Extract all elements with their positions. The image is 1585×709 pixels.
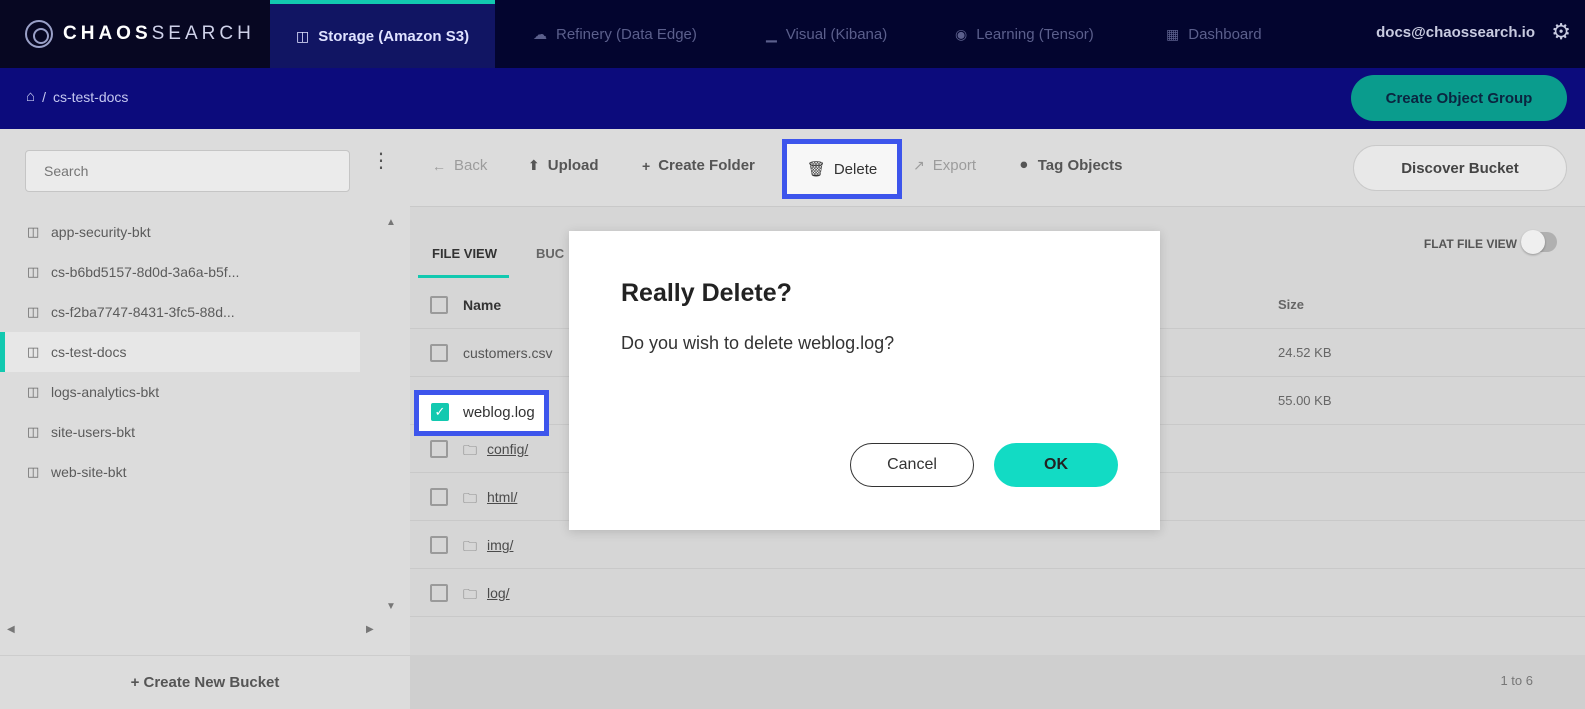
discover-bucket-button[interactable]: Discover Bucket [1353,145,1567,191]
upload-icon: ⬆ [528,157,540,173]
table-footer: 1 to 6 [410,655,1585,709]
user-email[interactable]: docs@chaossearch.io [1376,24,1535,41]
sidebar-item-bucket[interactable]: ◫ site-users-bkt [0,412,360,452]
flat-file-view-label: FLAT FILE VIEW [1423,237,1517,251]
file-name: customers.csv [463,345,553,361]
tab-storage[interactable]: ◫ Storage (Amazon S3) [270,0,496,68]
row-checkbox[interactable] [430,344,448,362]
scroll-up-icon[interactable]: ▲ [386,217,396,228]
tab-bucket-view[interactable]: BUC [536,246,564,261]
scroll-right-icon[interactable]: ▶ [366,624,374,635]
row-checkbox[interactable] [430,488,448,506]
trash-icon: 🗑 [806,161,826,178]
breadcrumb: ⌂ / cs-test-docs [26,88,129,105]
grid-icon: ▦ [1166,25,1180,42]
active-tab-indicator [418,275,509,278]
sidebar-item-bucket[interactable]: ◫ app-security-bkt [0,212,360,252]
scroll-left-icon[interactable]: ◀ [7,624,15,635]
bucket-icon: ◫ [27,384,40,399]
folder-link[interactable]: log/ [487,585,510,601]
weblog-checkbox-checked[interactable]: ✓ [431,403,449,421]
arrow-left-icon: ← [432,157,446,174]
cancel-button[interactable]: Cancel [850,443,974,487]
bar-chart-icon: ▁ [766,25,777,42]
search-input[interactable] [25,150,350,192]
toolbar: ← Back ⬆ Upload + Create Folder 🗑 Delete… [410,129,1585,207]
sidebar-item-bucket[interactable]: ◫ logs-analytics-bkt [0,372,360,412]
folder-link[interactable]: config/ [487,441,528,457]
tab-file-view[interactable]: FILE VIEW [432,246,497,261]
create-folder-button[interactable]: + Create Folder [642,157,755,174]
folder-link[interactable]: html/ [487,489,517,505]
breadcrumb-current[interactable]: cs-test-docs [53,89,128,105]
selected-file-name: weblog.log [463,404,535,421]
flat-file-view-toggle[interactable] [1521,230,1557,254]
row-checkbox[interactable] [430,536,448,554]
bucket-icon: ◫ [27,304,40,319]
tab-dashboard[interactable]: ▦ Dashboard [1166,0,1262,68]
bucket-icon: ◫ [27,344,40,359]
scroll-down-icon[interactable]: ▼ [386,601,396,612]
back-button[interactable]: ← Back [432,157,487,174]
folder-link[interactable]: img/ [487,537,513,553]
sidebar-item-bucket[interactable]: ◫ cs-b6bd5157-8d0d-3a6a-b5f... [0,252,360,292]
table-row[interactable]: 🗀 log/ [410,569,1585,617]
tab-visual[interactable]: ▁ Visual (Kibana) [766,0,887,68]
export-icon: ↗ [913,157,925,173]
cloud-icon: ☁ [533,25,547,42]
ok-button[interactable]: OK [994,443,1118,487]
delete-confirm-dialog: Really Delete? Do you wish to delete web… [569,231,1160,530]
column-header-size[interactable]: Size [1278,297,1304,312]
bucket-icon: ◫ [27,464,40,479]
plus-icon: + [642,157,651,174]
create-new-bucket-button[interactable]: + Create New Bucket [0,655,410,709]
globe-icon: ◉ [955,25,968,42]
upload-button[interactable]: ⬆ Upload [528,157,599,174]
bucket-icon: ◫ [27,264,40,279]
logo-icon [25,20,53,48]
sidebar: ⋮ ▲ ◫ app-security-bkt ◫ cs-b6bd5157-8d0… [0,129,410,709]
bucket-icon: ◫ [27,224,40,239]
folder-icon: 🗀 [463,586,477,602]
tag-icon: ⚫ [1018,157,1030,173]
more-options-icon[interactable]: ⋮ [371,151,391,171]
bucket-icon: ◫ [296,27,310,44]
column-header-name[interactable]: Name [463,297,501,313]
top-nav: CHAOSSEARCH ◫ Storage (Amazon S3) ☁ Refi… [0,0,1585,68]
dialog-message: Do you wish to delete weblog.log? [621,333,895,353]
sidebar-item-bucket-active[interactable]: ◫ cs-test-docs [0,332,360,372]
home-icon[interactable]: ⌂ [26,88,35,105]
tab-learning[interactable]: ◉ Learning (Tensor) [955,0,1094,68]
delete-button[interactable]: 🗑 Delete [782,139,902,199]
bucket-icon: ◫ [27,424,40,439]
tag-objects-button[interactable]: ⚫ Tag Objects [1018,157,1122,174]
gear-icon[interactable]: ⚙ [1551,19,1571,45]
file-size: 55.00 KB [1278,393,1332,408]
file-size: 24.52 KB [1278,345,1332,360]
sidebar-item-bucket[interactable]: ◫ cs-f2ba7747-8431-3fc5-88d... [0,292,360,332]
tab-refinery[interactable]: ☁ Refinery (Data Edge) [533,0,697,68]
logo[interactable]: CHAOSSEARCH [0,0,270,68]
row-checkbox[interactable] [430,440,448,458]
folder-icon: 🗀 [463,538,477,554]
select-all-checkbox[interactable] [430,296,448,314]
sidebar-item-bucket[interactable]: ◫ web-site-bkt [0,452,360,492]
row-checkbox[interactable] [430,584,448,602]
folder-icon: 🗀 [463,490,477,506]
pagination-range: 1 to 6 [1500,673,1533,688]
folder-icon: 🗀 [463,442,477,458]
breadcrumb-bar: ⌂ / cs-test-docs [0,68,1585,129]
brand-name: CHAOSSEARCH [63,23,255,44]
create-object-group-button[interactable]: Create Object Group [1351,75,1567,121]
dialog-title: Really Delete? [621,279,792,307]
export-button[interactable]: ↗ Export [913,157,976,174]
